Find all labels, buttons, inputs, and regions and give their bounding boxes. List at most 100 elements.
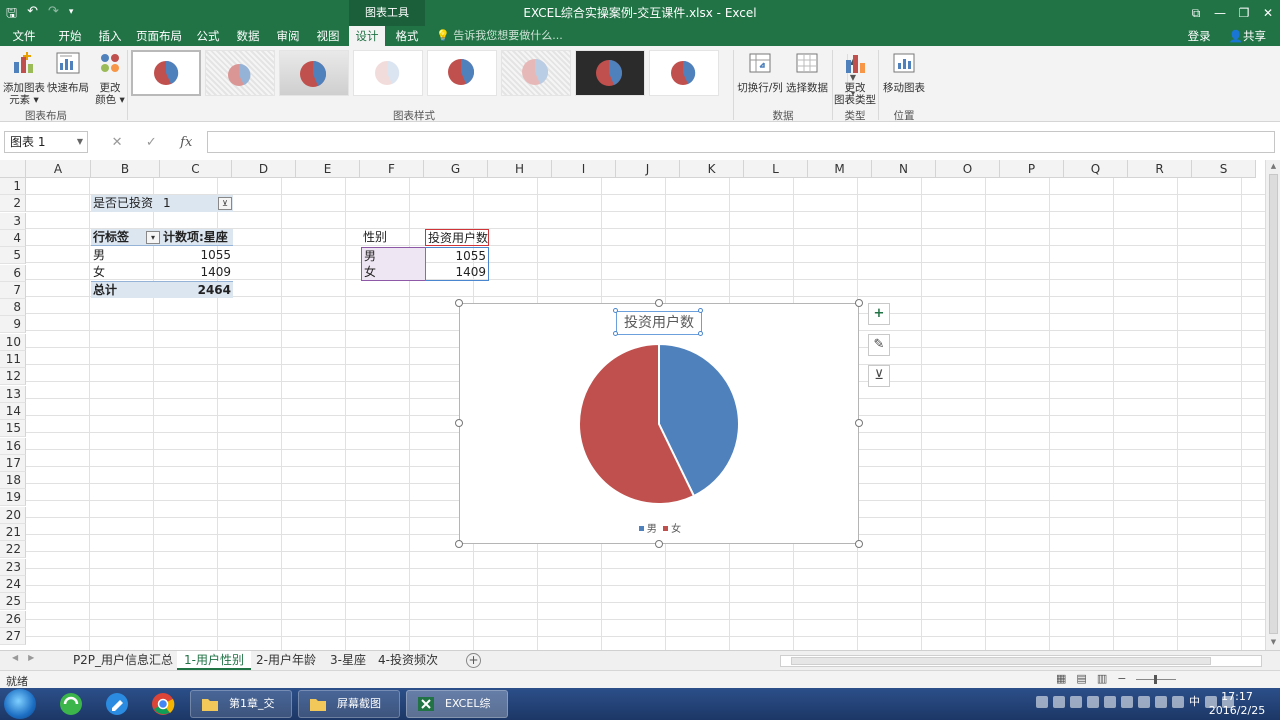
minimize-button[interactable]: — xyxy=(1208,0,1232,26)
tray-icon[interactable] xyxy=(1087,696,1099,708)
cancel-icon[interactable]: ✕ xyxy=(112,135,123,150)
sheet-tab[interactable]: 2-用户年龄 xyxy=(252,651,320,670)
scroll-up-icon[interactable]: ▲ xyxy=(1266,162,1280,170)
pivot-value-header[interactable]: 计数项:星座 xyxy=(161,229,233,246)
tray-icon[interactable] xyxy=(1172,696,1184,708)
ime-indicator[interactable]: 中 xyxy=(1189,696,1200,708)
row-header[interactable]: 8 xyxy=(0,299,26,317)
row-header[interactable]: 26 xyxy=(0,610,26,628)
row-header[interactable]: 23 xyxy=(0,558,26,576)
tray-icon[interactable] xyxy=(1104,696,1116,708)
share-button[interactable]: 👤共享 xyxy=(1229,26,1266,46)
column-header[interactable]: B xyxy=(91,160,160,178)
tab-insert[interactable]: 插入 xyxy=(92,26,128,46)
vertical-scrollbar[interactable]: ▲ ▼ xyxy=(1265,160,1280,650)
row-header[interactable]: 1 xyxy=(0,178,26,195)
tab-formulas[interactable]: 公式 xyxy=(190,26,226,46)
taskbar-excel[interactable]: EXCEL综合... xyxy=(406,690,508,718)
column-header[interactable]: F xyxy=(360,160,424,178)
tray-icon[interactable] xyxy=(1155,696,1167,708)
column-header[interactable]: Q xyxy=(1064,160,1128,178)
move-chart-button[interactable]: 移动图表 xyxy=(880,50,928,94)
column-header[interactable]: E xyxy=(296,160,360,178)
select-data-button[interactable]: 选择数据 xyxy=(784,50,830,94)
row-header[interactable]: 2 xyxy=(0,195,26,213)
column-header[interactable]: L xyxy=(744,160,808,178)
help-icon[interactable] xyxy=(1053,696,1065,708)
select-all-corner[interactable] xyxy=(0,160,26,178)
restore-button[interactable]: ❐ xyxy=(1232,0,1256,26)
horizontal-scroll-thumb[interactable] xyxy=(791,657,1211,665)
chart-style-6[interactable] xyxy=(501,50,571,96)
source-row-label[interactable]: 女 xyxy=(361,264,425,281)
undo-icon[interactable]: ↶ xyxy=(27,4,38,26)
tab-view[interactable]: 视图 xyxy=(310,26,346,46)
360-browser-icon[interactable] xyxy=(50,690,92,718)
chart-resize-handle[interactable] xyxy=(855,419,863,427)
row-header[interactable]: 20 xyxy=(0,506,26,524)
chart-style-7[interactable] xyxy=(575,50,645,96)
row-header[interactable]: 6 xyxy=(0,264,26,282)
add-sheet-button[interactable]: + xyxy=(466,653,481,668)
chart-style-5[interactable] xyxy=(427,50,497,96)
chart-resize-handle[interactable] xyxy=(655,540,663,548)
tab-file[interactable]: 文件 xyxy=(4,26,44,46)
taskbar-folder-chapter[interactable]: 第1章_交互... xyxy=(190,690,292,718)
zoom-out-icon[interactable]: − xyxy=(1117,672,1126,685)
name-box[interactable]: 图表 1 ▼ xyxy=(4,131,88,153)
zoom-slider[interactable] xyxy=(1136,672,1176,686)
horizontal-scrollbar[interactable] xyxy=(780,655,1262,667)
column-header[interactable]: O xyxy=(936,160,1000,178)
column-header[interactable]: K xyxy=(680,160,744,178)
tell-me-box[interactable]: 💡 告诉我您想要做什么... xyxy=(436,26,563,46)
row-header[interactable]: 24 xyxy=(0,575,26,593)
column-header[interactable]: D xyxy=(232,160,296,178)
row-header[interactable]: 18 xyxy=(0,472,26,490)
switch-row-column-button[interactable]: 切换行/列 xyxy=(736,50,784,94)
row-header[interactable]: 16 xyxy=(0,437,26,455)
page-layout-view-icon[interactable]: ▤ xyxy=(1076,672,1086,685)
row-header[interactable]: 11 xyxy=(0,351,26,368)
chevron-down-icon[interactable]: ▾ xyxy=(146,231,160,244)
add-chart-element-button[interactable]: 添加图表 元素 ▾ xyxy=(2,50,46,106)
tab-design[interactable]: 设计 xyxy=(349,26,385,46)
filter-icon[interactable]: ⊻ xyxy=(218,197,232,210)
redo-icon[interactable]: ↷ xyxy=(48,4,59,26)
tray-icon[interactable] xyxy=(1138,696,1150,708)
row-header[interactable]: 5 xyxy=(0,247,26,265)
chart-style-3[interactable] xyxy=(279,50,349,96)
change-colors-button[interactable]: 更改 颜色 ▾ xyxy=(92,50,128,106)
taskbar-folder-screenshots[interactable]: 屏幕截图 xyxy=(298,690,400,718)
row-header[interactable]: 25 xyxy=(0,593,26,611)
chart-resize-handle[interactable] xyxy=(455,419,463,427)
column-header[interactable]: S xyxy=(1192,160,1256,178)
source-row-label[interactable]: 男 xyxy=(361,247,425,264)
row-header[interactable]: 12 xyxy=(0,368,26,386)
chart-legend[interactable]: 男 女 xyxy=(460,520,860,535)
sheet-tab[interactable]: 3-星座 xyxy=(324,651,372,670)
row-header[interactable]: 14 xyxy=(0,402,26,420)
scroll-down-icon[interactable]: ▼ xyxy=(1266,638,1280,646)
change-chart-type-button[interactable]: 更改 图表类型 xyxy=(834,50,876,106)
source-row-value[interactable]: 1409 xyxy=(425,264,489,281)
pivot-row-value[interactable]: 1409 xyxy=(161,264,233,281)
insert-function-icon[interactable]: fx xyxy=(180,135,192,150)
normal-view-icon[interactable]: ▦ xyxy=(1056,672,1066,685)
tab-page-layout[interactable]: 页面布局 xyxy=(134,26,184,46)
row-header[interactable]: 21 xyxy=(0,524,26,541)
tray-icon[interactable] xyxy=(1070,696,1082,708)
tab-format[interactable]: 格式 xyxy=(389,26,425,46)
row-header[interactable]: 10 xyxy=(0,333,26,351)
chart-resize-handle[interactable] xyxy=(855,299,863,307)
chart-style-2[interactable] xyxy=(205,50,275,96)
source-row-value[interactable]: 1055 xyxy=(425,247,489,264)
page-break-view-icon[interactable]: ▥ xyxy=(1097,672,1107,685)
column-header[interactable]: H xyxy=(488,160,552,178)
chart-filters-icon[interactable]: ⊻ xyxy=(868,365,890,387)
row-header[interactable]: 13 xyxy=(0,385,26,403)
close-button[interactable]: ✕ xyxy=(1256,0,1280,26)
tab-review[interactable]: 审阅 xyxy=(270,26,306,46)
chart-style-8[interactable] xyxy=(649,50,719,96)
chart-style-1[interactable] xyxy=(131,50,201,96)
pivot-total-value[interactable]: 2464 xyxy=(161,281,233,298)
